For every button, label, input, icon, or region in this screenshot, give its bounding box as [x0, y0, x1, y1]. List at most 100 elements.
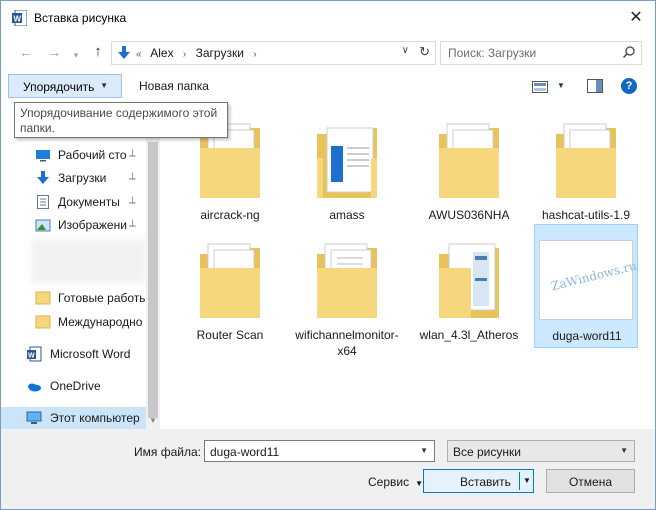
file-name: duga-word11 [552, 329, 622, 343]
filetype-select[interactable]: Все рисунки ▼ [447, 440, 635, 462]
breadcrumb-downloads[interactable]: Загрузки [196, 46, 244, 60]
insert-label: Вставить [460, 475, 511, 489]
file-name: wifichannelmonitor-x64 [295, 328, 399, 358]
folder-icon [200, 243, 260, 318]
sidebar-item-label: Microsoft Word [50, 347, 131, 361]
sidebar-item-label: Документы [58, 195, 120, 209]
sidebar-item-this-pc[interactable]: Этот компьютер [1, 407, 146, 429]
pictures-icon [35, 219, 51, 232]
organize-button[interactable]: Упорядочить ▼ [8, 74, 122, 98]
refresh-icon[interactable]: ↻ [419, 44, 430, 60]
navigation-pane: Рабочий сто ⟂ Загрузки ⟂ Документы ⟂ Изо… [1, 104, 160, 429]
address-bar[interactable]: « Alex › Загрузки › ∨ ↻ [111, 41, 436, 65]
blurred-region [31, 239, 146, 283]
pin-icon: ⟂ [129, 148, 136, 159]
insert-button[interactable]: Вставить ▼ [423, 469, 534, 493]
chevron-down-icon: ▼ [523, 476, 531, 485]
recent-locations-chevron-icon[interactable]: ▾ [67, 46, 85, 64]
help-icon[interactable]: ? [621, 78, 637, 94]
sidebar-item-label: OneDrive [50, 379, 101, 393]
downloads-arrow-icon [118, 46, 130, 59]
new-folder-button[interactable]: Новая папка [139, 79, 209, 93]
file-item[interactable]: wlan_4.3l_Atheros [417, 224, 521, 348]
insert-picture-dialog: W Вставка рисунка ✕ ← → ▾ ↑ « Alex › Заг… [0, 0, 656, 510]
tools-button[interactable]: Сервис ▼ [368, 475, 423, 489]
sidebar-item-microsoft-word[interactable]: W Microsoft Word [1, 343, 146, 365]
search-box[interactable]: Поиск: Загрузки [440, 41, 642, 65]
folder-icon [439, 123, 499, 198]
sidebar-item-pictures[interactable]: Изображени ⟂ [1, 214, 146, 236]
breadcrumb: « Alex › Загрузки › [136, 46, 263, 60]
file-item[interactable]: amass [295, 104, 399, 228]
chevron-down-icon: ▼ [415, 479, 424, 488]
navigation-scrollbar[interactable]: ▲ ▼ [146, 104, 160, 429]
breadcrumb-overflow[interactable]: « [136, 49, 142, 60]
navigation-bar: ← → ▾ ↑ « Alex › Загрузки › ∨ ↻ Поиск: З… [1, 41, 655, 65]
file-item[interactable]: wifichannelmonitor-x64 [295, 224, 399, 358]
breadcrumb-separator[interactable]: › [253, 49, 256, 60]
download-icon [37, 171, 49, 184]
filename-field[interactable]: duga-word11 ▼ [204, 440, 435, 462]
file-name: aircrack-ng [200, 208, 260, 222]
sidebar-item-ready-works[interactable]: Готовые работы [1, 287, 146, 309]
sidebar-item-label: Рабочий сто [58, 148, 127, 162]
desktop-icon [36, 150, 50, 162]
chevron-down-icon: ▼ [100, 81, 108, 90]
sidebar-item-label: Этот компьютер [50, 411, 140, 425]
tools-label: Сервис [368, 475, 410, 489]
organize-label: Упорядочить [23, 80, 95, 94]
cancel-button[interactable]: Отмена [546, 469, 635, 493]
forward-button[interactable]: → [45, 43, 63, 61]
pin-icon: ⟂ [129, 171, 136, 182]
sidebar-item-documents[interactable]: Документы ⟂ [1, 191, 146, 213]
search-icon [622, 46, 635, 59]
close-icon: ✕ [629, 9, 643, 26]
file-item[interactable]: hashcat-utils-1.9 [534, 104, 638, 228]
onedrive-icon [28, 383, 41, 392]
cancel-label: Отмена [568, 475, 613, 489]
watermark-text: ZaWindows.ru [549, 258, 639, 294]
file-item-selected[interactable]: ZaWindows.ru duga-word11 [534, 224, 638, 348]
image-thumbnail: ZaWindows.ru [539, 240, 638, 320]
file-name: Router Scan [196, 328, 264, 342]
file-name: hashcat-utils-1.9 [541, 208, 631, 222]
file-item[interactable]: AWUS036NHA [417, 104, 521, 228]
folder-icon [35, 315, 51, 329]
view-dropdown-icon[interactable]: ▼ [557, 81, 565, 90]
organize-tooltip: Упорядочивание содержимого этой папки. [14, 102, 228, 138]
up-button[interactable]: ↑ [89, 43, 107, 61]
computer-icon [26, 411, 42, 424]
chevron-down-icon: ▼ [620, 446, 628, 455]
word-icon: W [27, 346, 42, 362]
filetype-value: Все рисунки [453, 445, 521, 459]
sidebar-item-label: Изображени [58, 218, 127, 232]
word-icon: W [12, 10, 27, 26]
view-options-icon[interactable] [532, 81, 548, 93]
sidebar-item-international[interactable]: Международно [1, 311, 146, 333]
preview-pane-icon[interactable] [587, 79, 603, 93]
chevron-down-icon[interactable]: ▼ [420, 446, 428, 455]
folder-icon [317, 127, 377, 198]
close-button[interactable]: ✕ [625, 7, 647, 29]
file-list: aircrack-ng amass AWUS036NHA hashcat-uti… [161, 104, 655, 429]
sidebar-item-label: Международно [58, 315, 143, 329]
scroll-down-icon[interactable]: ▼ [149, 416, 157, 425]
address-dropdown-icon[interactable]: ∨ [402, 45, 409, 56]
pin-icon: ⟂ [129, 195, 136, 206]
file-name: amass [329, 208, 365, 222]
insert-options-button[interactable]: ▼ [519, 472, 534, 490]
sidebar-item-onedrive[interactable]: OneDrive [1, 375, 146, 397]
breadcrumb-separator[interactable]: › [183, 49, 186, 60]
dialog-footer: Имя файла: duga-word11 ▼ Все рисунки ▼ С… [1, 429, 655, 509]
svg-text:W: W [14, 15, 22, 24]
search-input[interactable]: Поиск: Загрузки [448, 46, 536, 60]
tooltip-text: Упорядочивание содержимого этой папки. [20, 106, 218, 135]
sidebar-item-desktop[interactable]: Рабочий сто ⟂ [1, 144, 146, 166]
breadcrumb-alex[interactable]: Alex [150, 46, 173, 60]
file-item[interactable]: Router Scan [178, 224, 282, 348]
folder-icon [35, 291, 51, 305]
filename-value[interactable]: duga-word11 [210, 445, 279, 459]
scrollbar-thumb[interactable] [148, 142, 158, 418]
sidebar-item-downloads[interactable]: Загрузки ⟂ [1, 167, 146, 189]
back-button[interactable]: ← [17, 43, 35, 61]
